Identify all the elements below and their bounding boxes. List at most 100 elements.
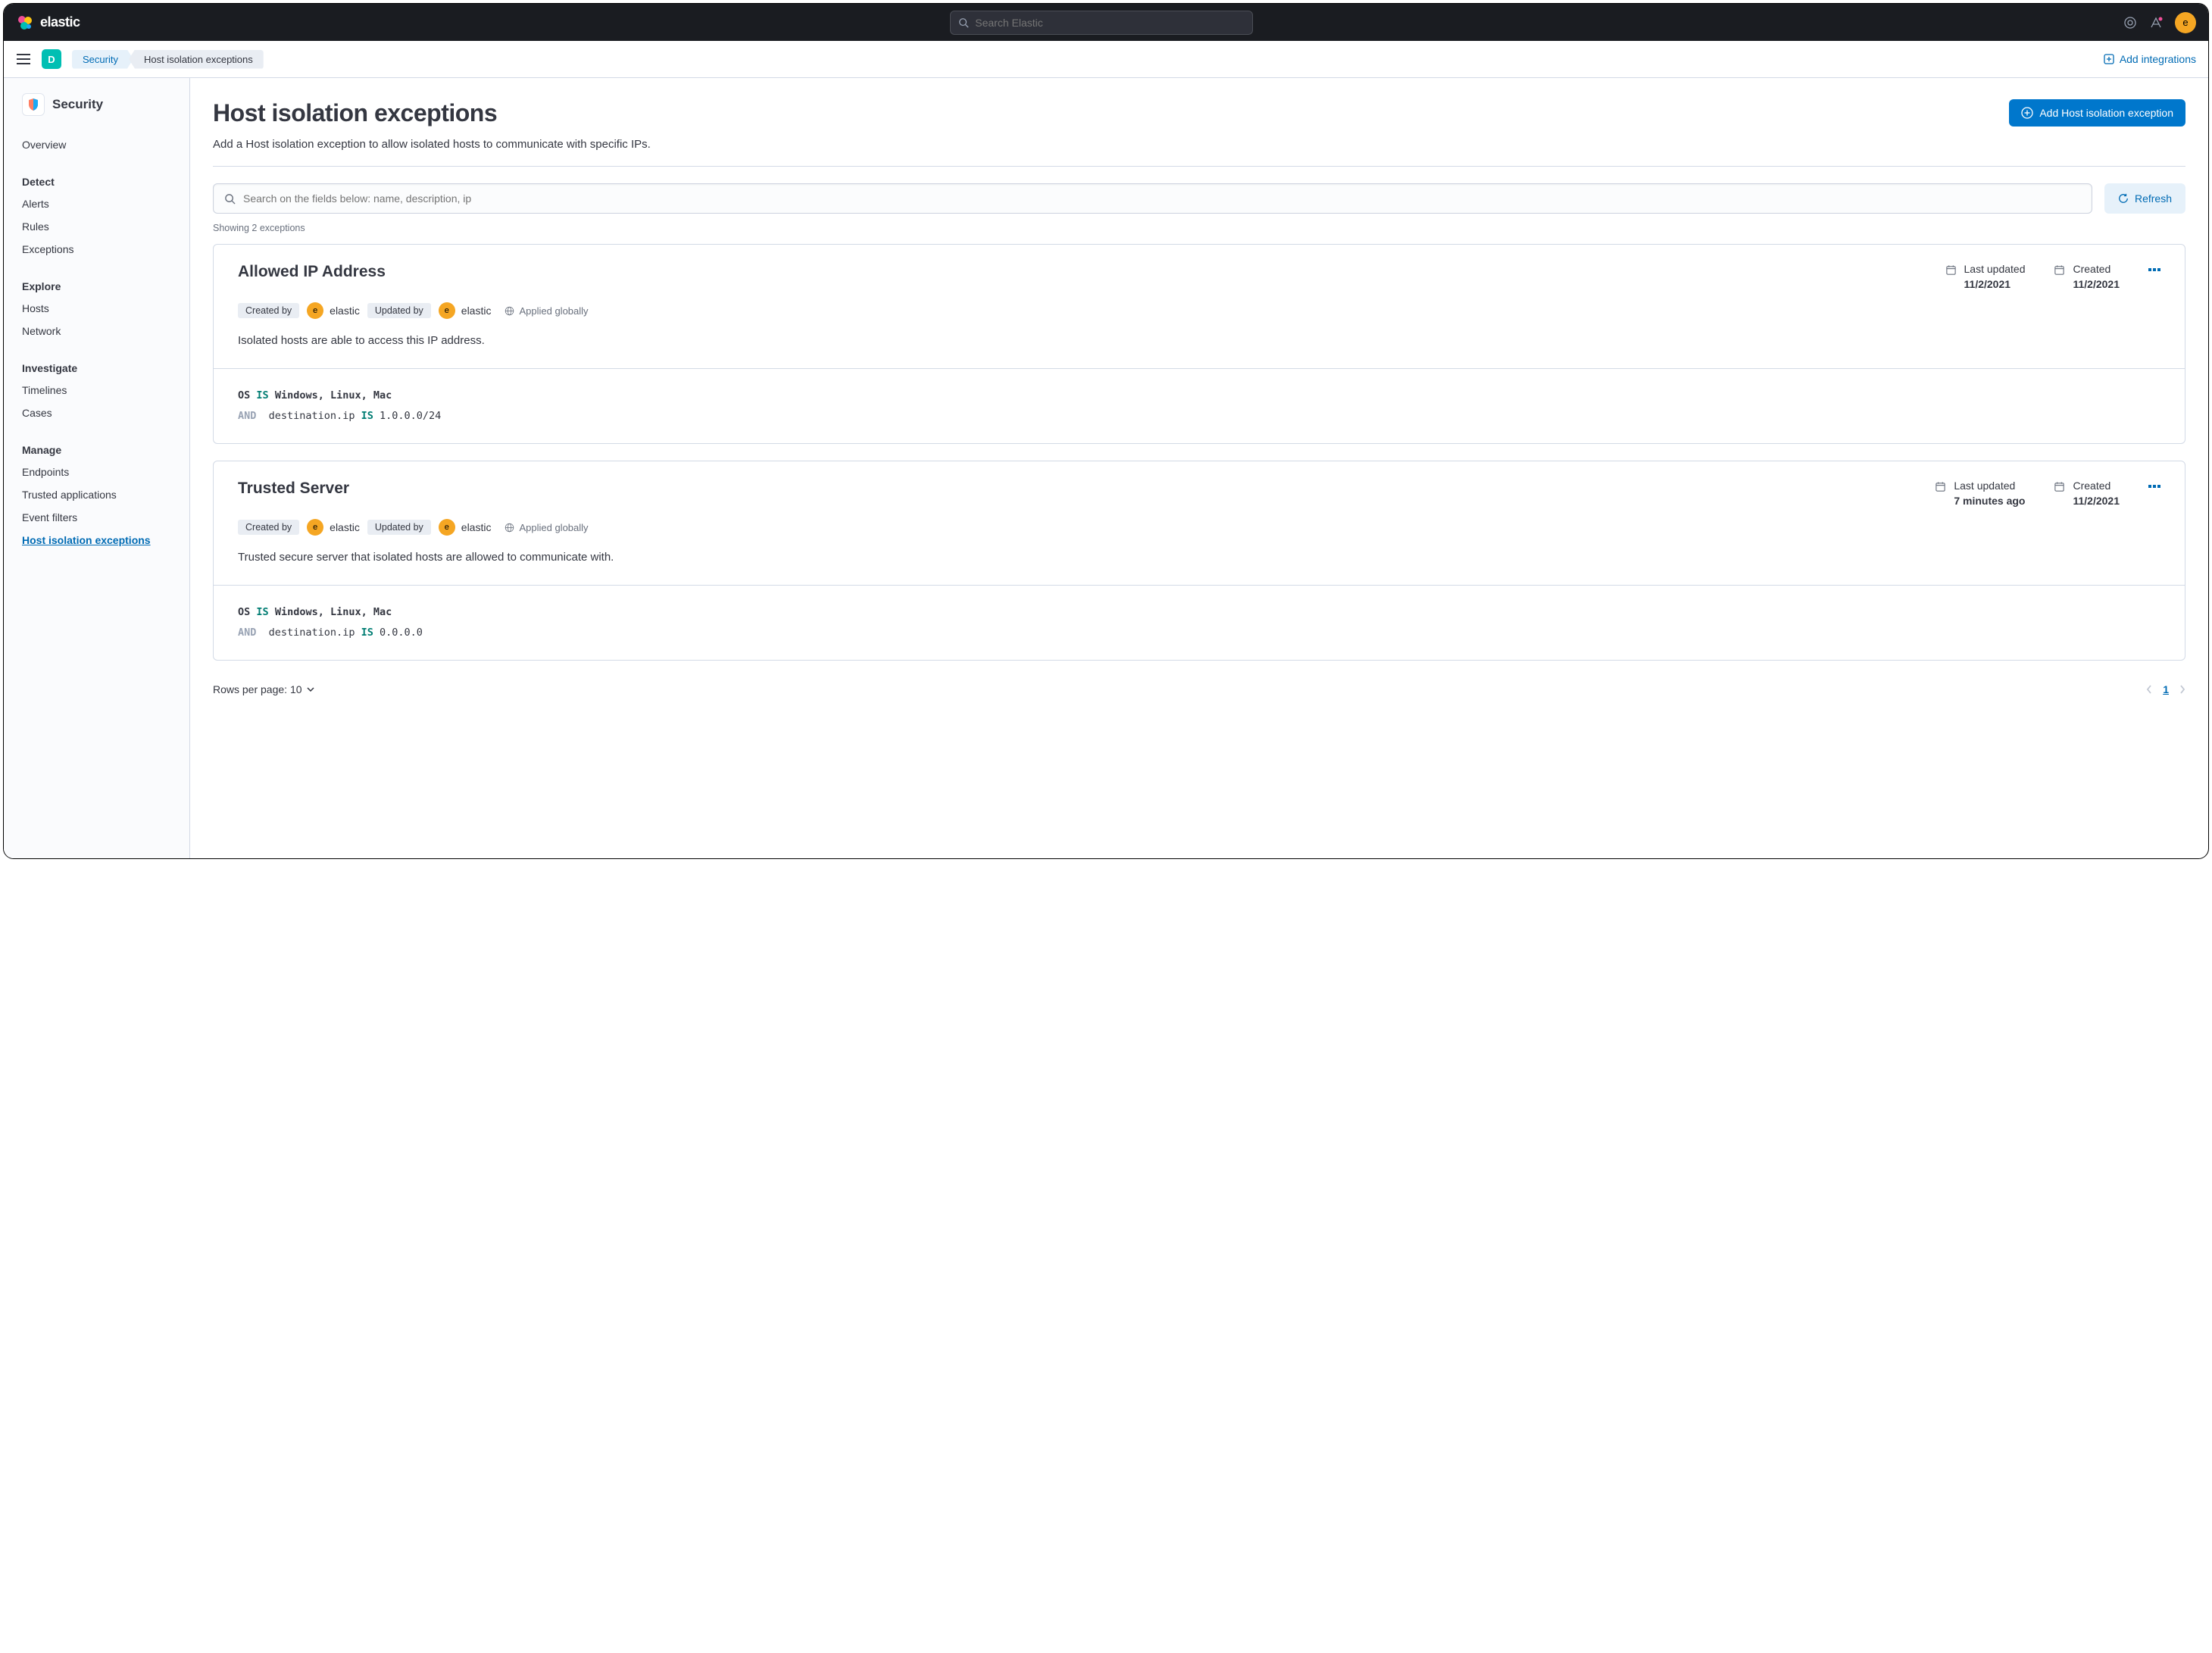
nav-alerts[interactable]: Alerts bbox=[4, 192, 189, 215]
nav-timelines[interactable]: Timelines bbox=[4, 379, 189, 402]
nav-host-isolation-exceptions[interactable]: Host isolation exceptions bbox=[4, 529, 189, 552]
card-actions-menu[interactable] bbox=[2148, 263, 2160, 275]
code-field: OS bbox=[238, 389, 250, 402]
next-page-icon[interactable] bbox=[2179, 685, 2185, 694]
last-updated-label: Last updated bbox=[1964, 263, 2026, 275]
security-app-icon bbox=[22, 93, 45, 116]
created-by-user: e elastic bbox=[307, 519, 360, 536]
code-field: destination.ip bbox=[269, 410, 355, 422]
page-title: Host isolation exceptions bbox=[213, 99, 497, 127]
code-field: destination.ip bbox=[269, 627, 355, 639]
nav-group-investigate: Investigate bbox=[4, 355, 189, 379]
calendar-icon bbox=[1935, 481, 1946, 492]
sub-header: D Security Host isolation exceptions Add… bbox=[4, 41, 2208, 78]
applied-scope: Applied globally bbox=[505, 522, 588, 533]
refresh-label: Refresh bbox=[2135, 192, 2172, 205]
user-avatar-icon: e bbox=[439, 302, 455, 319]
filter-search-input[interactable] bbox=[243, 192, 2081, 205]
exception-card: Trusted Server Last updated 7 minutes ag… bbox=[213, 461, 2185, 661]
created-value: 11/2/2021 bbox=[2073, 278, 2120, 290]
user-avatar-icon: e bbox=[439, 519, 455, 536]
created-label: Created bbox=[2073, 263, 2120, 275]
card-description: Isolated hosts are able to access this I… bbox=[238, 334, 2160, 347]
filter-search[interactable] bbox=[213, 183, 2092, 214]
add-exception-button[interactable]: Add Host isolation exception bbox=[2009, 99, 2185, 127]
page-number[interactable]: 1 bbox=[2163, 683, 2169, 695]
last-updated-value: 11/2/2021 bbox=[1964, 278, 2026, 290]
breadcrumb: Security Host isolation exceptions bbox=[72, 50, 264, 69]
pagination: 1 bbox=[2146, 683, 2185, 695]
user-avatar-icon: e bbox=[307, 302, 323, 319]
nav-group-manage: Manage bbox=[4, 436, 189, 461]
globe-icon bbox=[505, 306, 514, 316]
add-integrations-link[interactable]: Add integrations bbox=[2103, 53, 2196, 65]
card-conditions: OS IS Windows, Linux, Mac AND destinatio… bbox=[214, 368, 2185, 443]
breadcrumb-security[interactable]: Security bbox=[72, 50, 133, 69]
search-icon bbox=[958, 17, 969, 28]
add-integrations-label: Add integrations bbox=[2120, 53, 2196, 65]
boxes-horizontal-icon bbox=[2148, 481, 2160, 492]
updated-by-badge: Updated by bbox=[367, 303, 431, 318]
prev-page-icon[interactable] bbox=[2146, 685, 2152, 694]
nav-event-filters[interactable]: Event filters bbox=[4, 506, 189, 529]
card-description: Trusted secure server that isolated host… bbox=[238, 551, 2160, 564]
applied-label: Applied globally bbox=[519, 522, 588, 533]
nav-overview[interactable]: Overview bbox=[4, 136, 189, 156]
rows-per-page-selector[interactable]: Rows per page: 10 bbox=[213, 683, 314, 695]
nav-endpoints[interactable]: Endpoints bbox=[4, 461, 189, 483]
code-op: IS bbox=[361, 410, 373, 422]
code-op: IS bbox=[256, 606, 268, 618]
nav-trusted-apps[interactable]: Trusted applications bbox=[4, 483, 189, 506]
nav-cases[interactable]: Cases bbox=[4, 402, 189, 424]
sidebar-title: Security bbox=[52, 97, 103, 112]
boxes-horizontal-icon bbox=[2148, 264, 2160, 275]
refresh-button[interactable]: Refresh bbox=[2104, 183, 2185, 214]
sidebar: Security Overview Detect Alerts Rules Ex… bbox=[4, 78, 190, 858]
nav-rules[interactable]: Rules bbox=[4, 215, 189, 238]
updated-by-username: elastic bbox=[461, 521, 492, 533]
space-selector[interactable]: D bbox=[42, 49, 61, 69]
nav-network[interactable]: Network bbox=[4, 320, 189, 342]
created-by-user: e elastic bbox=[307, 302, 360, 319]
user-avatar-icon: e bbox=[307, 519, 323, 536]
help-icon[interactable] bbox=[2149, 16, 2163, 30]
global-search-input[interactable] bbox=[975, 17, 1245, 29]
updated-by-badge: Updated by bbox=[367, 520, 431, 535]
brand-text: elastic bbox=[40, 14, 80, 30]
applied-label: Applied globally bbox=[519, 305, 588, 317]
created-by-username: elastic bbox=[330, 305, 360, 317]
elastic-logo-icon bbox=[16, 14, 34, 32]
add-exception-label: Add Host isolation exception bbox=[2039, 107, 2173, 119]
code-and: AND bbox=[238, 627, 256, 639]
exception-card: Allowed IP Address Last updated 11/2/202… bbox=[213, 244, 2185, 444]
search-icon bbox=[224, 193, 236, 205]
card-actions-menu[interactable] bbox=[2148, 480, 2160, 492]
nav-hosts[interactable]: Hosts bbox=[4, 297, 189, 320]
nav-group-explore: Explore bbox=[4, 273, 189, 297]
menu-icon[interactable] bbox=[16, 54, 31, 64]
code-val: Windows, Linux, Mac bbox=[275, 606, 392, 618]
card-title: Allowed IP Address bbox=[238, 263, 386, 281]
global-search[interactable] bbox=[950, 11, 1253, 35]
package-icon bbox=[2103, 53, 2115, 65]
calendar-icon bbox=[1945, 264, 1957, 276]
main-content: Host isolation exceptions Add Host isola… bbox=[190, 78, 2208, 858]
divider bbox=[213, 166, 2185, 167]
updated-by-username: elastic bbox=[461, 305, 492, 317]
code-val: 0.0.0.0 bbox=[380, 627, 423, 639]
newsfeed-icon[interactable] bbox=[2123, 16, 2137, 30]
code-and: AND bbox=[238, 410, 256, 422]
globe-icon bbox=[505, 523, 514, 533]
created-by-badge: Created by bbox=[238, 303, 299, 318]
logo[interactable]: elastic bbox=[16, 14, 80, 32]
code-op: IS bbox=[361, 627, 373, 639]
chevron-down-icon bbox=[307, 687, 314, 692]
code-val: 1.0.0.0/24 bbox=[380, 410, 441, 422]
created-value: 11/2/2021 bbox=[2073, 495, 2120, 507]
rows-per-page-label: Rows per page: 10 bbox=[213, 683, 302, 695]
applied-scope: Applied globally bbox=[505, 305, 588, 317]
nav-exceptions[interactable]: Exceptions bbox=[4, 238, 189, 261]
updated-by-user: e elastic bbox=[439, 519, 492, 536]
user-avatar[interactable]: e bbox=[2175, 12, 2196, 33]
card-conditions: OS IS Windows, Linux, Mac AND destinatio… bbox=[214, 585, 2185, 660]
